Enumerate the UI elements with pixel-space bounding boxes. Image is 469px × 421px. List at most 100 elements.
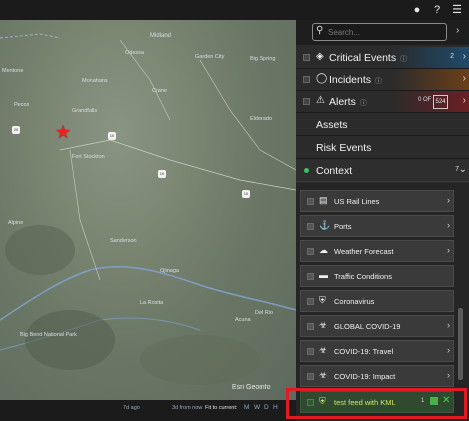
search-bar: ⚲ › — [296, 20, 469, 45]
fit-hour-button[interactable]: H — [273, 404, 278, 411]
search-icon: ⚲ — [316, 25, 324, 36]
section-label: Incidents ⓘ — [329, 74, 383, 86]
biohazard-icon: ☣ — [319, 370, 328, 380]
context-item-covid-19-travel[interactable]: ☣ COVID-19: Travel › — [300, 340, 454, 362]
context-item-weather-forecast[interactable]: ☁ Weather Forecast › — [300, 240, 454, 262]
map-view[interactable]: Midland Odessa Garden City Big Spring Mo… — [0, 20, 296, 400]
fit-month-button[interactable]: M — [244, 404, 249, 411]
context-item-covid-19-impact[interactable]: ☣ COVID-19: Impact › — [300, 365, 454, 387]
timeline-bar: 7d ago 3d from now Fit to current: M W D… — [0, 400, 296, 421]
item-label: Coronavirus — [334, 297, 375, 306]
map-label: Big Bend National Park — [20, 332, 77, 338]
search-box: ⚲ — [312, 23, 447, 41]
search-input[interactable] — [328, 26, 438, 38]
rail-icon: ▤ — [319, 195, 328, 205]
incidents-icon: ◯ — [316, 73, 328, 84]
app-window: ● ? ☰ Midland Odessa Garden City Big Spr… — [0, 0, 469, 421]
map-label: Alpine — [8, 220, 24, 226]
search-go-arrow-icon[interactable]: › — [456, 25, 459, 36]
section-context[interactable]: Context 7 ⌄ — [296, 160, 469, 182]
alerts-total-badge: 524 — [433, 95, 448, 109]
active-dot-icon — [304, 168, 309, 173]
item-label: COVID-19: Travel — [334, 347, 394, 356]
chevron-right-icon[interactable]: › — [447, 195, 450, 205]
section-checkbox[interactable] — [303, 98, 310, 105]
item-checkbox[interactable] — [307, 373, 314, 380]
chevron-right-icon[interactable]: › — [463, 73, 466, 84]
info-icon: ⓘ — [400, 56, 408, 63]
section-label: Context — [316, 165, 353, 177]
chevron-right-icon[interactable]: › — [463, 51, 466, 62]
section-risk-events[interactable]: Risk Events — [296, 137, 469, 159]
section-checkbox[interactable] — [303, 54, 310, 61]
context-item-coronavirus[interactable]: ⛨ Coronavirus — [300, 290, 454, 312]
map-label: Odessa — [125, 50, 144, 56]
item-label: Weather Forecast — [334, 247, 394, 256]
context-item-traffic-conditions[interactable]: ▬ Traffic Conditions — [300, 265, 454, 287]
map-label: Ojinaga — [160, 268, 179, 274]
side-panel: ⚲ › ◈ Critical Eventsⓘ 2 › ◯ Incidentsⓘ … — [296, 20, 469, 421]
chevron-right-icon[interactable]: › — [447, 345, 450, 355]
highway-shield: 10 — [158, 170, 166, 178]
item-checkbox[interactable] — [307, 198, 314, 205]
scrollbar-thumb[interactable] — [458, 308, 463, 380]
item-label: COVID-19: Impact — [334, 372, 396, 381]
chevron-right-icon[interactable]: › — [447, 220, 450, 230]
item-checkbox[interactable] — [307, 323, 314, 330]
biohazard-icon: ☣ — [319, 320, 328, 330]
map-label: Eldorado — [250, 116, 273, 122]
map-label: Monahans — [82, 78, 108, 84]
map-label: Mentone — [2, 68, 24, 74]
context-item-us-rail-lines[interactable]: ▤ US Rail Lines › — [300, 190, 454, 212]
section-incidents[interactable]: ◯ Incidents ⓘ › — [296, 69, 469, 91]
item-checkbox[interactable] — [307, 223, 314, 230]
map-terrain — [0, 33, 296, 385]
map-label: Crane — [152, 88, 167, 94]
red-star-marker[interactable]: ★ — [55, 123, 71, 141]
map-label: Grandfalls — [72, 108, 98, 114]
section-checkbox[interactable] — [303, 76, 310, 83]
chevron-right-icon[interactable]: › — [463, 95, 466, 106]
map-label: Pecos — [14, 102, 30, 108]
context-item-global-covid-19[interactable]: ☣ GLOBAL COVID-19 › — [300, 315, 454, 337]
highway-shield: 10 — [242, 190, 250, 198]
context-item-ports[interactable]: ⚓ Ports › — [300, 215, 454, 237]
weather-icon: ☁ — [319, 245, 328, 255]
info-icon: ⓘ — [359, 100, 367, 107]
map-label: Sanderson — [110, 238, 137, 244]
section-label: Alerts ⓘ — [329, 96, 367, 108]
chevron-right-icon[interactable]: › — [447, 245, 450, 255]
menu-icon[interactable]: ☰ — [450, 3, 464, 17]
map-label: Fort Stockton — [72, 154, 105, 160]
item-label: US Rail Lines — [334, 197, 380, 206]
highway-shield: 10 — [108, 132, 116, 140]
shield-icon: ⛨ — [319, 295, 326, 305]
map-attribution-logo: Esri Geoinfo — [232, 384, 271, 391]
user-icon[interactable]: ● — [410, 3, 424, 17]
fit-day-button[interactable]: D — [264, 404, 269, 411]
chevron-right-icon[interactable]: › — [447, 320, 450, 330]
map-label: Big Spring — [250, 56, 276, 62]
anchor-icon: ⚓ — [319, 220, 331, 230]
item-checkbox[interactable] — [307, 273, 314, 280]
item-label: GLOBAL COVID-19 — [334, 322, 401, 331]
chevron-down-icon[interactable]: ⌄ — [459, 164, 467, 175]
section-critical-events[interactable]: ◈ Critical Events ⓘ 2 › — [296, 47, 469, 69]
fit-to-current-label: Fit to current: — [205, 405, 238, 411]
highlight-box — [286, 388, 467, 419]
section-label: Risk Events — [316, 142, 372, 154]
map-label: Acuna — [235, 317, 251, 323]
map-label: Midland — [150, 33, 172, 39]
chevron-right-icon[interactable]: › — [447, 370, 450, 380]
section-assets[interactable]: Assets — [296, 114, 469, 136]
item-checkbox[interactable] — [307, 298, 314, 305]
help-icon[interactable]: ? — [430, 3, 444, 17]
map-label: Garden City — [195, 54, 225, 60]
section-count: 2 — [450, 53, 454, 60]
item-checkbox[interactable] — [307, 248, 314, 255]
section-alerts[interactable]: ⚠ Alerts ⓘ 0 OF 524 › — [296, 91, 469, 113]
section-label: Assets — [316, 119, 348, 131]
info-icon: ⓘ — [375, 78, 383, 85]
fit-week-button[interactable]: W — [254, 404, 260, 411]
item-checkbox[interactable] — [307, 348, 314, 355]
